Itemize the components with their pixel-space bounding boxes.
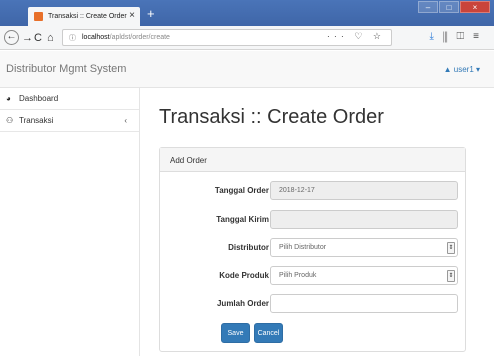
window-close-button[interactable]: × xyxy=(460,1,490,13)
kode-produk-select-value: Pilih Produk xyxy=(279,272,317,279)
menu-icon[interactable]: ≡ xyxy=(473,31,488,42)
download-icon[interactable]: ⤓ xyxy=(430,31,443,42)
add-order-panel: Add Order Tanggal Order 2018-12-17 Tangg… xyxy=(159,147,466,352)
library-icon[interactable]: ⫼ xyxy=(443,31,457,42)
info-icon[interactable]: ⓘ xyxy=(69,33,76,43)
distributor-label: Distributor xyxy=(228,243,269,252)
sidebar-item-label: Dashboard xyxy=(19,94,59,103)
save-button[interactable]: Save xyxy=(221,323,250,343)
reload-icon[interactable]: C xyxy=(34,31,42,45)
kode-produk-select[interactable]: Pilih Produk ⇕ xyxy=(270,266,458,285)
url-path: /apldst/order/create xyxy=(109,34,170,41)
sidebar-icon[interactable]: ◫ xyxy=(457,31,474,42)
user-menu[interactable]: ▲ user1 ▾ xyxy=(444,65,480,74)
select-arrow-icon[interactable]: ⇕ xyxy=(447,270,455,282)
dashboard-icon: ◕ xyxy=(6,94,11,103)
toolbar-icons: ⤓⫼◫≡ xyxy=(430,31,488,42)
browser-navbar: ← → C ⌂ ⓘ localhost /apldst/order/create… xyxy=(0,26,494,50)
sidebar-item-label: Transaksi xyxy=(19,116,54,125)
tanggal-kirim-field[interactable] xyxy=(270,210,458,229)
distributor-select-value: Pilih Distributor xyxy=(279,244,327,251)
new-tab-button[interactable]: + xyxy=(147,7,155,20)
tab-close-icon[interactable]: × xyxy=(129,10,135,21)
window-controls: – □ × xyxy=(417,1,490,13)
page-actions-icons[interactable]: ··· ♡ ☆ xyxy=(327,31,385,42)
panel-heading: Add Order xyxy=(160,148,465,172)
page-title: Transaksi :: Create Order xyxy=(159,106,384,128)
sidebar-item-transaksi[interactable]: ⚇ Transaksi ‹ xyxy=(0,110,139,132)
distributor-select[interactable]: Pilih Distributor ⇕ xyxy=(270,238,458,257)
tanggal-kirim-label: Tanggal Kirim xyxy=(216,215,269,224)
form-row-distributor: Distributor Pilih Distributor ⇕ xyxy=(160,238,465,258)
browser-titlebar: Transaksi :: Create Order × + – □ × xyxy=(0,0,494,26)
jumlah-order-input[interactable] xyxy=(270,294,458,313)
form-row-jumlah-order: Jumlah Order xyxy=(160,294,465,314)
browser-tab[interactable]: Transaksi :: Create Order × xyxy=(28,7,140,26)
forward-arrow-icon[interactable]: → xyxy=(22,31,33,45)
jumlah-order-label: Jumlah Order xyxy=(216,299,269,308)
users-icon: ⚇ xyxy=(6,116,14,125)
back-arrow-icon[interactable]: ← xyxy=(4,30,19,45)
tab-title: Transaksi :: Create Order xyxy=(48,13,127,20)
chevron-left-icon: ‹ xyxy=(124,116,127,125)
select-arrow-icon[interactable]: ⇕ xyxy=(447,242,455,254)
favicon-icon xyxy=(34,12,43,21)
sidebar: ◕ Dashboard ⚇ Transaksi ‹ xyxy=(0,88,140,356)
form-row-tanggal-kirim: Tanggal Kirim xyxy=(160,210,465,230)
kode-produk-label: Kode Produk xyxy=(219,271,269,280)
minimize-button[interactable]: – xyxy=(418,1,438,13)
address-bar[interactable]: ⓘ localhost /apldst/order/create ··· ♡ ☆ xyxy=(62,29,392,46)
form-row-kode-produk: Kode Produk Pilih Produk ⇕ xyxy=(160,266,465,286)
tanggal-order-label: Tanggal Order xyxy=(214,186,269,195)
sidebar-item-dashboard[interactable]: ◕ Dashboard xyxy=(0,88,139,110)
app-navbar: Distributor Mgmt System ▲ user1 ▾ xyxy=(0,51,494,88)
url-host: localhost xyxy=(82,34,110,41)
home-icon[interactable]: ⌂ xyxy=(47,31,54,45)
maximize-button[interactable]: □ xyxy=(439,1,459,13)
tanggal-order-field[interactable]: 2018-12-17 xyxy=(270,181,458,200)
cancel-button[interactable]: Cancel xyxy=(254,323,283,343)
app-brand[interactable]: Distributor Mgmt System xyxy=(6,63,126,75)
form-row-tanggal-order: Tanggal Order 2018-12-17 xyxy=(160,181,465,201)
